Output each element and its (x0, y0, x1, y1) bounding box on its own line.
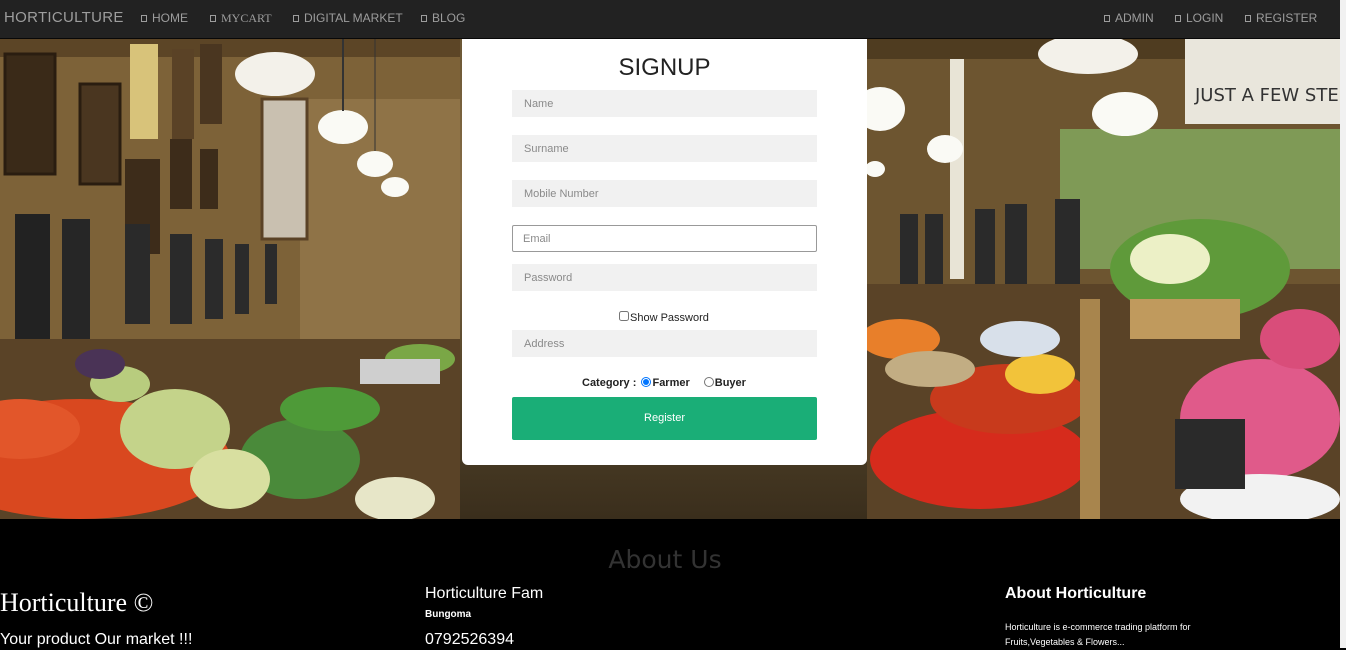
show-password-checkbox[interactable] (619, 311, 629, 321)
address-input[interactable] (512, 330, 817, 357)
category-farmer-label: Farmer (652, 377, 690, 389)
footer-about-title: About Horticulture (1005, 585, 1147, 602)
cart-icon (210, 15, 216, 22)
mobile-number-input[interactable] (512, 180, 817, 207)
footer-location: Bungoma (425, 609, 472, 620)
email-input[interactable] (512, 225, 817, 252)
nav-digital-market[interactable]: DIGITAL MARKET (293, 11, 403, 25)
login-icon (1175, 15, 1181, 22)
category-label: Category : (582, 377, 637, 389)
market-icon (293, 15, 299, 22)
signup-title: SIGNUP (618, 54, 711, 81)
nav-admin[interactable]: ADMIN (1104, 11, 1154, 25)
home-icon (141, 15, 147, 22)
register-button[interactable]: Register (512, 397, 817, 440)
signup-card: SIGNUP Show Password Category : Farmer Bu… (462, 39, 867, 465)
page-scrollbar[interactable] (1340, 0, 1346, 648)
category-buyer-label: Buyer (714, 377, 746, 389)
nav-admin-label: ADMIN (1115, 11, 1154, 25)
footer-contact-title: Horticulture Fam (425, 585, 544, 602)
nav-register[interactable]: REGISTER (1245, 11, 1317, 25)
nav-digital-market-label: DIGITAL MARKET (304, 11, 403, 25)
name-input[interactable] (512, 90, 817, 117)
password-input[interactable] (512, 264, 817, 291)
footer-phone: 0792526394 (425, 631, 514, 648)
show-password-label: Show Password (630, 312, 709, 324)
nav-mycart[interactable]: MYCART (210, 11, 272, 26)
category-buyer-radio[interactable] (703, 377, 714, 387)
nav-mycart-label: MYCART (221, 11, 272, 25)
register-icon (1245, 15, 1251, 22)
footer-tagline: Your product Our market !!! (0, 631, 193, 648)
category-row: Category : Farmer Buyer (582, 377, 746, 389)
nav-home[interactable]: HOME (141, 11, 188, 25)
show-password-row: Show Password (619, 311, 709, 324)
brand-link[interactable]: HORTICULTURE (4, 9, 124, 26)
hero-sign-text: JUST A FEW STEP (1194, 85, 1340, 106)
nav-blog-label: BLOG (432, 11, 466, 25)
nav-blog[interactable]: BLOG (421, 11, 465, 25)
top-navbar: HORTICULTURE HOME MYCART DIGITAL MARKET … (0, 0, 1340, 39)
footer-about-text: Horticulture is e-commerce trading platf… (1005, 622, 1191, 647)
blog-icon (421, 15, 427, 22)
user-icon (1104, 15, 1110, 22)
nav-login-label: LOGIN (1186, 11, 1224, 25)
nav-register-label: REGISTER (1256, 11, 1318, 25)
about-us-heading: About Us (608, 545, 722, 574)
footer-brand-title: Horticulture © (0, 588, 154, 617)
nav-login[interactable]: LOGIN (1175, 11, 1223, 25)
nav-home-label: HOME (152, 11, 188, 25)
category-farmer-radio[interactable] (641, 377, 652, 387)
surname-input[interactable] (512, 135, 817, 162)
